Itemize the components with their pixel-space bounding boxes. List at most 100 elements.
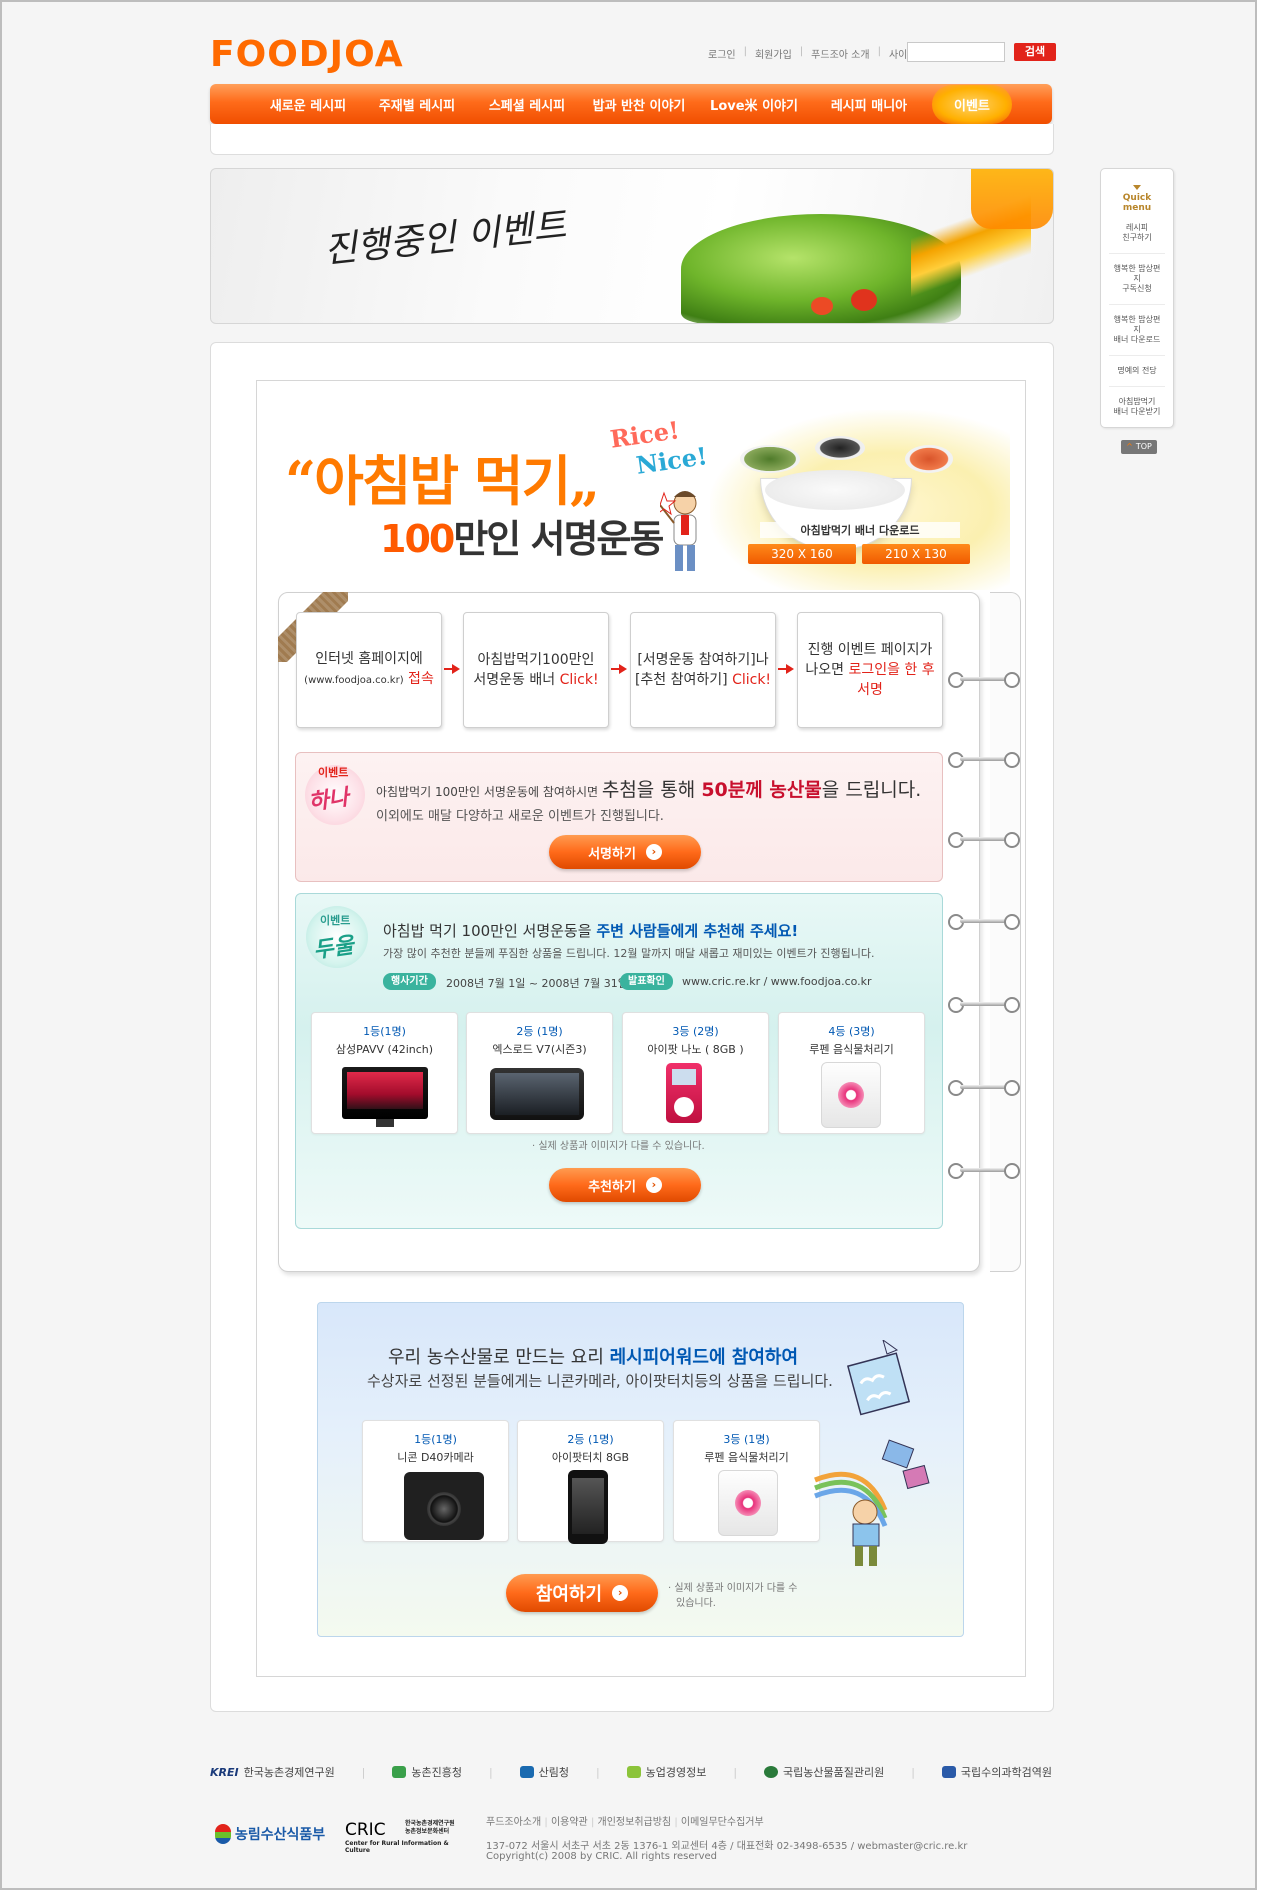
arrow-right-icon: › xyxy=(612,1585,629,1601)
event-one-badge-script: 하나 xyxy=(306,784,351,816)
login-link[interactable]: 로그인 xyxy=(708,46,736,61)
campaign-subtitle-number: 100 xyxy=(380,517,455,561)
footer-link-terms[interactable]: 이용약관 xyxy=(551,1817,588,1828)
partner-name: 농촌진흥청 xyxy=(411,1766,462,1779)
cric-korean-name: 한국농촌경제연구원 농촌정보문화센터 xyxy=(405,1820,455,1836)
search-button[interactable]: 검색 xyxy=(1014,43,1056,61)
step-1-line2: (www.foodjoa.co.kr) 접속 xyxy=(304,669,434,691)
prize-rank: 1등(1명) xyxy=(363,1025,406,1038)
event-one-badge-label: 이벤트 xyxy=(318,766,349,779)
binder-ring xyxy=(948,1080,1020,1096)
top-button-label: TOP xyxy=(1135,442,1152,451)
nav-item-ingredient-recipe[interactable]: 주재별 레시피 xyxy=(362,95,472,114)
quick-item-newsletter-subscribe[interactable]: 행복한 밥상편지 구독신청 xyxy=(1109,254,1165,305)
step-2: 아침밥먹기100만인 서명운동 배너 Click! xyxy=(463,612,609,728)
prize-name: 니콘 D40카메라 xyxy=(397,1451,474,1464)
nav-item-new-recipe[interactable]: 새로운 레시피 xyxy=(254,95,362,114)
event-two-headline-b: 주변 사람들에게 추천해 주세요! xyxy=(596,922,799,940)
step-3-line2: [추천 참여하기] Click! xyxy=(635,670,771,690)
arrow-right-icon: › xyxy=(645,844,662,860)
sign-button[interactable]: 서명하기 › xyxy=(549,835,701,869)
event-one-headline: 아침밥먹기 100만인 서명운동에 참여하시면 추첨을 통해 50분께 농산물을… xyxy=(376,775,921,802)
partner-rda[interactable]: 농촌진흥청 xyxy=(392,1764,462,1780)
footer-link-email-refusal[interactable]: 이메일무단수집거부 xyxy=(681,1817,764,1828)
quick-item-hall-of-fame[interactable]: 명예의 전당 xyxy=(1109,356,1165,387)
prize-name: 아이팟 나노 ( 8GB ) xyxy=(647,1043,744,1056)
quick-item-line: 명예의 전당 xyxy=(1117,366,1157,375)
mifaff-logo[interactable]: 농림수산식품부 xyxy=(215,1824,325,1844)
chef-character-icon xyxy=(660,491,697,571)
step-3-text: [추천 참여하기] xyxy=(634,672,733,688)
partner-name: 국립농산물품질관리원 xyxy=(783,1766,885,1779)
announce-tag: 발표확인 xyxy=(620,973,673,990)
quick-item-newsletter-banner[interactable]: 행복한 밥상편지 배너 다운로드 xyxy=(1109,305,1165,356)
top-button[interactable]: ^ TOP xyxy=(1121,440,1157,454)
signup-link[interactable]: 회원가입 xyxy=(755,46,792,61)
nav-item-recipe-mania[interactable]: 레시피 매니아 xyxy=(812,95,926,114)
arrow-right-icon xyxy=(778,664,794,674)
quick-menu-title-line1: Quick xyxy=(1122,193,1152,203)
image-disclaimer: · 실제 상품과 이미지가 다를 수 있습니다. xyxy=(532,1141,705,1152)
cric-korean-line: 농촌정보문화센터 xyxy=(405,1828,450,1835)
footer-link-about[interactable]: 푸드조아소개 xyxy=(486,1817,541,1828)
separator: | xyxy=(733,1765,738,1779)
binder-ring xyxy=(948,752,1020,768)
boy-gift-illustration-icon xyxy=(814,1340,930,1566)
recipe-award-description: 수상자로 선정된 분들에게는 니콘카메라, 아이팟터치등의 상품을 드립니다. xyxy=(367,1372,833,1390)
step-3-emphasis: Click! xyxy=(732,672,772,688)
tomato-image xyxy=(811,297,833,315)
sub-nav-bar xyxy=(210,124,1054,155)
partner-naqs[interactable]: 국립농산물품질관리원 xyxy=(764,1764,884,1780)
event-one-headline-c: 50분께 농산물 xyxy=(701,779,822,801)
partner-name: 한국농촌경제연구원 xyxy=(243,1766,335,1779)
partner-forest[interactable]: 산림청 xyxy=(519,1764,569,1780)
event-two-description: 가장 많이 추천한 분들께 푸짐한 상품을 드립니다. 12월 말까지 매달 새… xyxy=(383,947,875,960)
about-link[interactable]: 푸드조아 소개 xyxy=(811,46,869,61)
step-3: [서명운동 참여하기]나 [추천 참여하기] Click! xyxy=(630,612,776,728)
step-1-url: (www.foodjoa.co.kr) xyxy=(304,675,404,686)
close-quote: „ xyxy=(569,449,600,513)
download-210x130-button[interactable]: 210 X 130 xyxy=(862,544,970,564)
recommend-button[interactable]: 추천하기 › xyxy=(549,1168,701,1202)
cric-logo[interactable]: CRIC 한국농촌경제연구원 농촌정보문화센터 Center for Rural… xyxy=(345,1820,465,1854)
side-dish-image xyxy=(905,445,953,473)
event-period: 2008년 7월 1일 ~ 2008년 7월 31일 xyxy=(446,977,628,990)
footer-link-privacy[interactable]: 개인정보취급방침 xyxy=(598,1817,672,1828)
quick-item-line: 친구하기 xyxy=(1122,233,1152,242)
nav-item-love-rice[interactable]: Love米 이야기 xyxy=(696,95,812,114)
nav-item-event[interactable]: 이벤트 xyxy=(932,84,1012,124)
search-input[interactable] xyxy=(907,42,1005,62)
event-one-headline-b: 추첨을 통해 xyxy=(601,779,702,801)
quick-item-recipe-friend[interactable]: 레시피 친구하기 xyxy=(1109,213,1165,254)
binder-ring xyxy=(948,1163,1020,1179)
camera-image xyxy=(404,1472,484,1540)
prize-rank: 3등 (1명) xyxy=(723,1433,770,1446)
arrow-right-icon xyxy=(444,664,460,674)
event-two-headline: 아침밥 먹기 100만인 서명운동을 주변 사람들에게 추천해 주세요! xyxy=(383,920,798,941)
foodjoa-logo[interactable]: FOODJOA xyxy=(210,34,404,75)
download-320x160-button[interactable]: 320 X 160 xyxy=(748,544,856,564)
step-4-emphasis: 로그인을 한 후 서명 xyxy=(848,662,935,698)
caret-up-icon: ^ xyxy=(1126,442,1133,451)
announce-urls[interactable]: www.cric.re.kr / www.foodjoa.co.kr xyxy=(682,975,872,988)
partner-agrix[interactable]: 농업경영정보 xyxy=(626,1764,706,1780)
separator: | xyxy=(743,46,747,57)
nav-item-special-recipe[interactable]: 스페셜 레시피 xyxy=(472,95,582,114)
nvrqs-logo-icon xyxy=(941,1766,956,1778)
tomato-image xyxy=(851,289,877,311)
participate-button[interactable]: 참여하기 › xyxy=(506,1574,658,1612)
rda-logo-icon xyxy=(392,1766,407,1778)
prize-name: 삼성PAVV (42inch) xyxy=(335,1043,434,1056)
event-one-headline-a: 아침밥먹기 100만인 서명운동에 참여하시면 xyxy=(376,785,602,799)
period-tag: 행사기간 xyxy=(383,973,436,990)
quick-menu: Quick menu 레시피 친구하기 행복한 밥상편지 구독신청 행복한 밥상편지… xyxy=(1100,168,1174,428)
prize-name: 루펜 음식물처리기 xyxy=(704,1451,789,1464)
nav-item-rice-sidedish[interactable]: 밥과 반찬 이야기 xyxy=(582,95,696,114)
binder-ring xyxy=(948,914,1020,930)
footer-copyright: Copyright(c) 2008 by CRIC. All rights re… xyxy=(486,1851,718,1862)
step-2-text: 서명운동 배너 xyxy=(473,672,560,688)
quick-item-breakfast-banner[interactable]: 아침밥먹기 배너 다운받기 xyxy=(1109,387,1165,427)
partner-krei[interactable]: KREI 한국농촌경제연구원 xyxy=(210,1764,335,1780)
forest-logo-icon xyxy=(519,1766,534,1778)
partner-nvrqs[interactable]: 국립수의과학검역원 xyxy=(941,1764,1052,1780)
